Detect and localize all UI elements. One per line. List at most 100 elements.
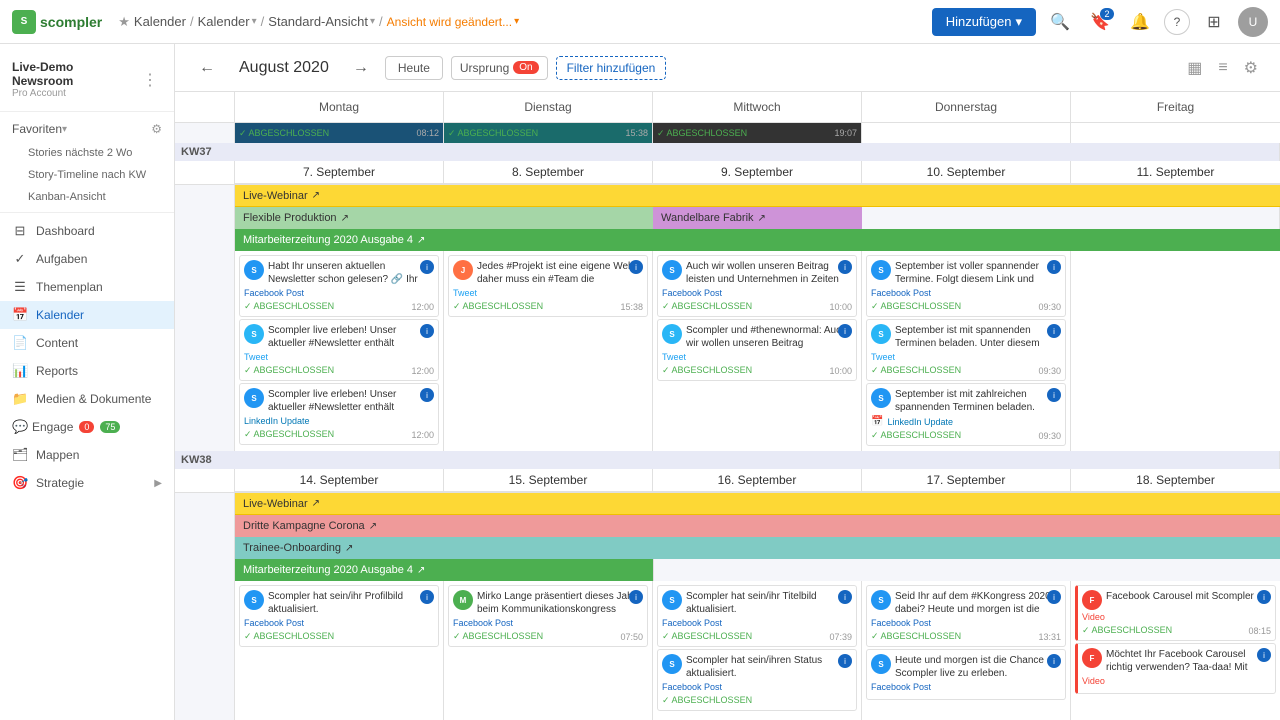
sidebar-item-medien[interactable]: 📁 Medien & Dokumente <box>0 385 174 413</box>
post-card[interactable]: S Scompler hat sein/ihr Titelbild aktual… <box>657 585 857 647</box>
mitar-bar-w38[interactable]: Mitarbeiterzeitung 2020 Ausgabe 4 ↗ <box>235 559 653 581</box>
avatar[interactable]: U <box>1238 7 1268 37</box>
post-info-button[interactable]: i <box>420 260 434 274</box>
logo-icon: S <box>12 10 36 34</box>
help-icon[interactable]: ? <box>1164 9 1190 35</box>
sidebar-item-timeline[interactable]: Story-Timeline nach KW <box>0 164 174 186</box>
sidebar-item-content[interactable]: 📄 Content <box>0 329 174 357</box>
breadcrumb-ansicht-dropdown[interactable]: Standard-Ansicht ▾ <box>268 14 375 29</box>
post-card[interactable]: S September ist voller spannender Termin… <box>866 255 1066 317</box>
post-info-button[interactable]: i <box>1047 654 1061 668</box>
sidebar-item-strategie[interactable]: 🎯 Strategie ▶ <box>0 469 174 497</box>
gear-icon[interactable]: ⚙ <box>151 122 162 136</box>
sidebar-item-kanban[interactable]: Kanban-Ansicht <box>0 186 174 208</box>
abg-cell-wed: ✓ ABGESCHLOSSEN 19:07 <box>653 123 862 143</box>
flex-produktion-bar[interactable]: Flexible Produktion ↗ <box>235 207 653 229</box>
wandel-fabrik-bar[interactable]: Wandelbare Fabrik ↗ <box>653 207 862 229</box>
ursprung-button[interactable]: Ursprung On <box>451 56 548 80</box>
sidebar-item-engage[interactable]: 💬 Engage 0 75 <box>0 413 174 441</box>
post-avatar: F <box>1082 648 1102 668</box>
date-8sep: 8. September <box>444 161 653 184</box>
post-status: ✓ ABGESCHLOSSEN <box>453 301 543 312</box>
post-info-button[interactable]: i <box>1257 590 1271 604</box>
post-info-button[interactable]: i <box>838 654 852 668</box>
post-info-button[interactable]: i <box>1047 590 1061 604</box>
post-info-button[interactable]: i <box>838 590 852 604</box>
post-card[interactable]: S September ist mit spannenden Terminen … <box>866 319 1066 381</box>
hinzufuegen-button[interactable]: Hinzufügen ▾ <box>932 8 1036 36</box>
post-card[interactable]: S Scompler hat sein/ihren Status aktuali… <box>657 649 857 711</box>
date-17sep: 17. September <box>862 469 1071 492</box>
sidebar-item-reports[interactable]: 📊 Reports <box>0 357 174 385</box>
post-info-button[interactable]: i <box>1047 388 1061 402</box>
abg-cell-tue: ✓ ABGESCHLOSSEN 15:38 <box>444 123 653 143</box>
date-10sep: 10. September <box>862 161 1071 184</box>
post-card[interactable]: S Scompler hat sein/ihr Profilbild aktua… <box>239 585 439 647</box>
post-status: ✓ ABGESCHLOSSEN <box>871 301 961 312</box>
post-card[interactable]: S Heute und morgen ist die Chance Scompl… <box>866 649 1066 700</box>
mitar-bar-w37[interactable]: Mitarbeiterzeitung 2020 Ausgabe 4 ↗ <box>235 229 1280 251</box>
post-info-button[interactable]: i <box>629 590 643 604</box>
breadcrumb-part1[interactable]: Kalender <box>134 14 186 29</box>
post-card[interactable]: S Seid Ihr auf dem #KKongress 2020 dabei… <box>866 585 1066 647</box>
post-info-button[interactable]: i <box>1257 648 1271 662</box>
corona-bar[interactable]: Dritte Kampagne Corona ↗ <box>235 515 1280 537</box>
post-info-button[interactable]: i <box>1047 260 1061 274</box>
star-icon[interactable]: ★ <box>118 14 130 30</box>
live-webinar-bar-w38[interactable]: Live-Webinar ↗ <box>235 493 1280 515</box>
prev-button[interactable]: ← <box>191 55 223 81</box>
view-table-button[interactable]: ▦ <box>1181 54 1208 82</box>
heute-button[interactable]: Heute <box>385 56 443 80</box>
week38-dates: 14. September 15. September 16. Septembe… <box>175 469 1280 493</box>
sidebar-item-aufgaben[interactable]: ✓ Aufgaben <box>0 245 174 273</box>
date-16sep: 16. September <box>653 469 862 492</box>
post-info-button[interactable]: i <box>420 324 434 338</box>
post-card[interactable]: S Scompler live erleben! Unser aktueller… <box>239 383 439 445</box>
sidebar-item-kalender[interactable]: 📅 Kalender <box>0 301 174 329</box>
bookmark-icon[interactable]: 🔖 2 <box>1084 6 1116 38</box>
post-info-button[interactable]: i <box>838 260 852 274</box>
account-menu-button[interactable]: ⋮ <box>138 68 162 92</box>
post-info-button[interactable]: i <box>420 590 434 604</box>
post-card[interactable]: F Facebook Carousel mit Scompler i Video… <box>1075 585 1276 641</box>
post-card[interactable]: F Möchtet Ihr Facebook Carousel richtig … <box>1075 643 1276 694</box>
sidebar-item-stories[interactable]: Stories nächste 2 Wo <box>0 142 174 164</box>
search-icon[interactable]: 🔍 <box>1044 6 1076 38</box>
post-card[interactable]: S Scompler live erleben! Unser aktueller… <box>239 319 439 381</box>
sidebar-item-dashboard[interactable]: ⊟ Dashboard <box>0 217 174 245</box>
kw38-label: KW38 <box>175 451 1280 469</box>
next-button[interactable]: → <box>345 55 377 81</box>
post-avatar: S <box>871 590 891 610</box>
breadcrumb-kalender-dropdown[interactable]: Kalender ▾ <box>198 14 257 29</box>
grid-icon[interactable]: ⊞ <box>1198 6 1230 38</box>
post-card[interactable]: S September ist mit zahlreichen spannend… <box>866 383 1066 446</box>
sidebar-item-label: Strategie <box>36 476 84 490</box>
post-card[interactable]: M Mirko Lange präsentiert dieses Jahr be… <box>448 585 648 647</box>
post-info-button[interactable]: i <box>420 388 434 402</box>
trainee-bar[interactable]: Trainee-Onboarding ↗ <box>235 537 1280 559</box>
live-webinar-bar-w37[interactable]: Live-Webinar ↗ <box>235 185 1280 207</box>
post-time: 12:00 <box>411 302 434 312</box>
post-card[interactable]: S Scompler und #thenewnormal: Auch wir w… <box>657 319 857 381</box>
post-info-button[interactable]: i <box>629 260 643 274</box>
date-9sep: 9. September <box>653 161 862 184</box>
bell-icon[interactable]: 🔔 <box>1124 6 1156 38</box>
ansicht-badge[interactable]: Ansicht wird geändert... ▾ <box>387 15 519 29</box>
abg-cell-mon: ✓ ABGESCHLOSSEN 08:12 <box>235 123 444 143</box>
post-info-button[interactable]: i <box>838 324 852 338</box>
post-type: LinkedIn Update <box>887 417 953 427</box>
post-time: 07:50 <box>620 632 643 642</box>
post-info-button[interactable]: i <box>1047 324 1061 338</box>
post-card[interactable]: S Auch wir wollen unseren Beitrag leiste… <box>657 255 857 317</box>
favorites-header[interactable]: Favoriten ▾ ⚙ <box>0 116 174 142</box>
sidebar-item-mappen[interactable]: 🗂 Mappen <box>0 441 174 469</box>
view-list-button[interactable]: ≡ <box>1212 54 1233 82</box>
calendar-scroll[interactable]: Montag Dienstag Mittwoch Donnerstag Frei… <box>175 92 1280 720</box>
post-status: ✓ ABGESCHLOSSEN <box>453 631 543 642</box>
post-card[interactable]: J Jedes #Projekt ist eine eigene Welt, d… <box>448 255 648 317</box>
view-settings-button[interactable]: ⚙ <box>1238 54 1264 82</box>
sidebar-item-themenplan[interactable]: ☰ Themenplan <box>0 273 174 301</box>
filter-button[interactable]: Filter hinzufügen <box>556 56 667 80</box>
post-card[interactable]: S Habt Ihr unseren aktuellen Newsletter … <box>239 255 439 317</box>
external-link-icon: ↗ <box>369 521 377 532</box>
